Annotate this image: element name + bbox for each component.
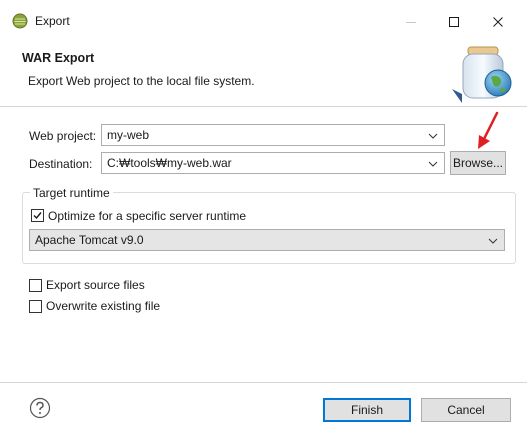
footer-separator: [0, 382, 527, 383]
optimize-runtime-checkbox[interactable]: [31, 209, 44, 222]
server-runtime-select[interactable]: Apache Tomcat v9.0: [29, 229, 505, 251]
web-project-combo[interactable]: my-web: [101, 124, 445, 146]
window-title: Export: [35, 14, 70, 28]
chevron-down-icon: [428, 161, 438, 167]
header-separator: [0, 106, 527, 107]
title-bar: Export: [0, 0, 527, 40]
optimize-runtime-label: Optimize for a specific server runtime: [48, 209, 247, 223]
chevron-down-icon: [428, 133, 438, 139]
checkmark-icon: [33, 212, 42, 220]
overwrite-existing-checkbox[interactable]: [29, 300, 42, 313]
cancel-button[interactable]: Cancel: [421, 398, 511, 422]
minimize-button[interactable]: [391, 8, 431, 36]
web-project-value: my-web: [107, 128, 150, 142]
close-button[interactable]: [478, 8, 518, 36]
browse-button[interactable]: Browse...: [450, 151, 506, 175]
maximize-button[interactable]: [434, 8, 474, 36]
destination-label: Destination:: [29, 157, 93, 171]
minimize-icon: [406, 22, 416, 23]
export-wizard-banner-icon: [452, 46, 512, 103]
server-runtime-value: Apache Tomcat v9.0: [35, 233, 144, 247]
target-runtime-group: [22, 192, 516, 264]
export-source-checkbox[interactable]: [29, 279, 42, 292]
page-title: WAR Export: [22, 51, 95, 65]
maximize-icon: [449, 17, 459, 27]
annotation-arrow-icon: [478, 111, 499, 149]
destination-value: C:₩tools₩my-web.war: [107, 156, 232, 170]
eclipse-icon: [12, 13, 28, 29]
close-icon: [493, 17, 503, 27]
overwrite-existing-label: Overwrite existing file: [46, 299, 161, 313]
chevron-down-icon: [488, 238, 498, 244]
destination-combo[interactable]: C:₩tools₩my-web.war: [101, 152, 445, 174]
page-description: Export Web project to the local file sys…: [28, 74, 255, 88]
wizard-header: WAR Export Export Web project to the loc…: [0, 40, 527, 106]
finish-button[interactable]: Finish: [323, 398, 411, 422]
web-project-label: Web project:: [29, 129, 97, 143]
help-icon[interactable]: [29, 397, 51, 419]
export-source-label: Export source files: [46, 278, 145, 292]
target-runtime-group-title: Target runtime: [30, 186, 113, 200]
